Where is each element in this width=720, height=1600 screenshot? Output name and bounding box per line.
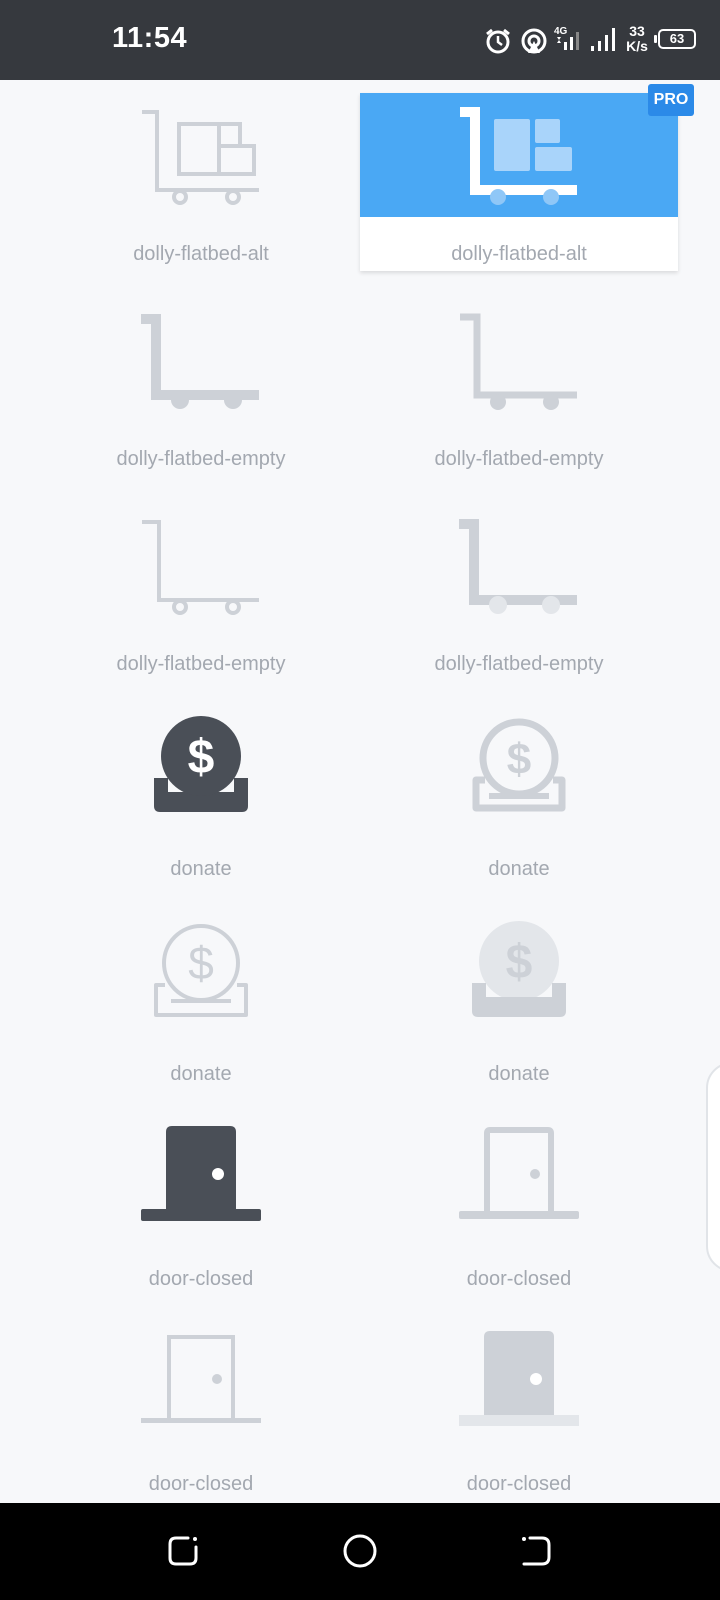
icon-label: dolly-flatbed-alt: [451, 243, 587, 265]
svg-text:$: $: [188, 731, 215, 784]
pro-badge: PRO: [648, 84, 694, 116]
recents-icon[interactable]: [166, 1533, 202, 1569]
network-speed: 33 K/s: [622, 24, 652, 54]
dolly-flatbed-empty-icon: [459, 519, 577, 614]
icon-tile[interactable]: door-closed: [360, 1118, 678, 1296]
network-speed-unit: K/s: [626, 38, 648, 54]
icon-label: donate: [170, 858, 232, 880]
hotspot-icon: [521, 28, 547, 54]
svg-text:$: $: [506, 936, 533, 989]
icon-label: dolly-flatbed-empty: [434, 448, 604, 470]
donate-icon: $: [154, 924, 248, 1017]
dolly-flatbed-empty-icon: [141, 314, 259, 409]
icon-tile[interactable]: dolly-flatbed-alt: [42, 93, 360, 271]
icon-tile[interactable]: door-closed: [360, 1323, 678, 1501]
icon-label: dolly-flatbed-empty: [116, 448, 286, 470]
alarm-icon: [486, 28, 510, 54]
network-speed-value: 33: [629, 23, 645, 39]
icon-tile[interactable]: dolly-flatbed-empty: [42, 298, 360, 476]
mobile-signal-4g-icon: 4G: [554, 26, 579, 50]
icon-preview: [42, 1118, 360, 1242]
icon-label: door-closed: [466, 1268, 572, 1290]
icon-preview: $: [360, 708, 678, 832]
donate-icon: $: [154, 716, 248, 812]
signal-strength-icon: [591, 28, 615, 51]
icon-label: door-closed: [148, 1473, 254, 1495]
battery-indicator: 63: [654, 29, 696, 49]
icon-preview: $: [42, 913, 360, 1037]
icon-label: dolly-flatbed-alt: [133, 243, 269, 265]
icon-tile[interactable]: dolly-flatbed-empty: [42, 503, 360, 681]
door-closed-icon: [141, 1126, 261, 1221]
icon-preview: [42, 503, 360, 627]
donate-icon: $: [472, 718, 566, 812]
icon-label: dolly-flatbed-empty: [116, 653, 286, 675]
icon-tile[interactable]: door-closed: [42, 1118, 360, 1296]
icon-preview: [360, 1323, 678, 1447]
icon-tile[interactable]: $ donate: [42, 708, 360, 886]
home-icon[interactable]: [342, 1533, 378, 1569]
icon-grid[interactable]: dolly-flatbed-alt dolly-flatbed-alt PRO …: [0, 80, 720, 1503]
icon-tile[interactable]: dolly-flatbed-empty: [360, 298, 678, 476]
svg-text:$: $: [188, 937, 214, 989]
status-bar: 11:54 4G 33 K/s 63: [0, 0, 720, 80]
icon-preview: [42, 93, 360, 217]
icon-label: donate: [488, 1063, 550, 1085]
icon-tile[interactable]: $ donate: [360, 708, 678, 886]
dolly-flatbed-alt-icon: [460, 107, 577, 205]
svg-text:$: $: [507, 735, 531, 784]
icon-preview: [360, 298, 678, 422]
door-closed-icon: [141, 1335, 261, 1423]
icon-tile[interactable]: $ donate: [360, 913, 678, 1091]
icon-label: door-closed: [466, 1473, 572, 1495]
icon-tile[interactable]: door-closed: [42, 1323, 360, 1501]
icon-label: dolly-flatbed-empty: [434, 653, 604, 675]
navigation-bar: [0, 1503, 720, 1600]
icon-preview: [360, 93, 678, 217]
icon-preview: [360, 1118, 678, 1242]
icon-preview: [42, 298, 360, 422]
network-type-label: 4G: [554, 26, 568, 37]
door-closed-icon: [459, 1127, 579, 1219]
dolly-flatbed-empty-icon: [460, 313, 577, 410]
icon-label: donate: [170, 1063, 232, 1085]
dolly-flatbed-alt-icon: [142, 110, 259, 205]
back-icon[interactable]: [518, 1533, 554, 1569]
icon-label: donate: [488, 858, 550, 880]
dolly-flatbed-empty-icon: [142, 520, 259, 615]
icon-preview: $: [42, 708, 360, 832]
icon-tile[interactable]: dolly-flatbed-empty: [360, 503, 678, 681]
donate-icon: $: [472, 921, 566, 1017]
icon-label: door-closed: [148, 1268, 254, 1290]
clock: 11:54: [112, 22, 188, 54]
icon-tile-selected[interactable]: dolly-flatbed-alt PRO: [360, 84, 694, 271]
icon-preview: [360, 503, 678, 627]
door-closed-icon: [459, 1331, 579, 1426]
icon-preview: $: [360, 913, 678, 1037]
icon-tile[interactable]: $ donate: [42, 913, 360, 1091]
edge-panel-handle[interactable]: [706, 1062, 720, 1272]
icon-preview: [42, 1323, 360, 1447]
